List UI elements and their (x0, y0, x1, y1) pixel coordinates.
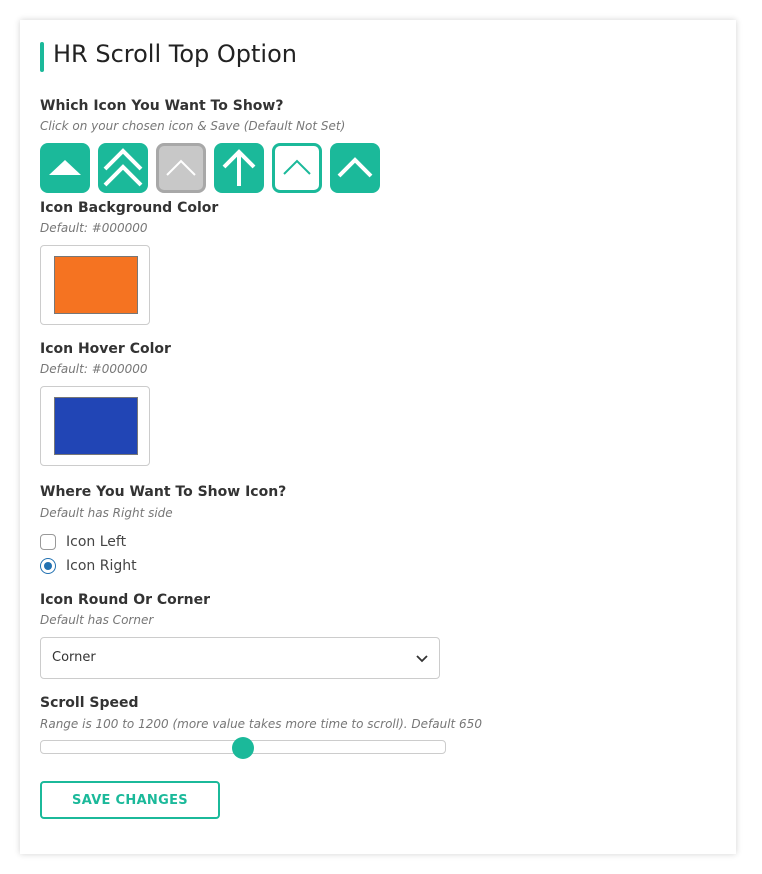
bg-color-label: Icon Background Color (40, 200, 219, 216)
save-changes-button[interactable]: SAVE CHANGES (40, 781, 220, 819)
hover-color-label: Icon Hover Color (40, 341, 171, 357)
hover-color-hint: Default: #000000 (40, 362, 148, 376)
radio-icon-right[interactable]: Icon Right (40, 558, 137, 574)
radio-icon-left[interactable]: Icon Left (40, 534, 126, 550)
hover-color-picker[interactable] (40, 386, 150, 466)
settings-card: HR Scroll Top Option Which Icon You Want… (20, 20, 736, 854)
shape-label: Icon Round Or Corner (40, 592, 211, 608)
icon-option-double-chevron-up[interactable] (98, 143, 148, 193)
icon-option-chevron-up-bold[interactable] (330, 143, 380, 193)
icon-option-chevron-up-thin[interactable] (272, 143, 322, 193)
radio-icon-right-input[interactable] (40, 558, 56, 574)
radio-selected-dot (44, 562, 52, 570)
chevron-up-thin-icon (283, 159, 311, 175)
title-accent-bar (40, 42, 44, 72)
speed-slider-thumb[interactable] (232, 737, 254, 759)
arrow-up-icon (222, 149, 256, 186)
speed-label: Scroll Speed (40, 695, 139, 711)
shape-select[interactable]: Corner (40, 637, 440, 679)
icon-option-triangle-up[interactable] (40, 143, 90, 193)
bg-color-swatch (54, 256, 138, 314)
radio-icon-left-input[interactable] (40, 534, 56, 550)
chevron-down-icon (416, 655, 428, 663)
radio-icon-right-label: Icon Right (66, 558, 137, 574)
icon-choice-hint: Click on your chosen icon & Save (Defaul… (40, 119, 346, 133)
double-chevron-up-icon (103, 148, 143, 187)
chevron-up-bold-icon (337, 157, 373, 178)
position-label: Where You Want To Show Icon? (40, 484, 287, 500)
hover-color-swatch (54, 397, 138, 455)
shape-select-value: Corner (52, 650, 96, 665)
chevron-up-icon (166, 159, 196, 176)
icon-choice-group (40, 143, 380, 193)
icon-option-arrow-up[interactable] (214, 143, 264, 193)
shape-hint: Default has Corner (40, 613, 154, 627)
speed-hint: Range is 100 to 1200 (more value takes m… (40, 717, 482, 731)
triangle-up-icon (49, 160, 81, 175)
bg-color-picker[interactable] (40, 245, 150, 325)
page-title: HR Scroll Top Option (53, 40, 297, 68)
radio-icon-left-label: Icon Left (66, 534, 127, 550)
icon-choice-label: Which Icon You Want To Show? (40, 98, 284, 114)
position-hint: Default has Right side (40, 506, 173, 520)
icon-option-chevron-up[interactable] (156, 143, 206, 193)
bg-color-hint: Default: #000000 (40, 221, 148, 235)
